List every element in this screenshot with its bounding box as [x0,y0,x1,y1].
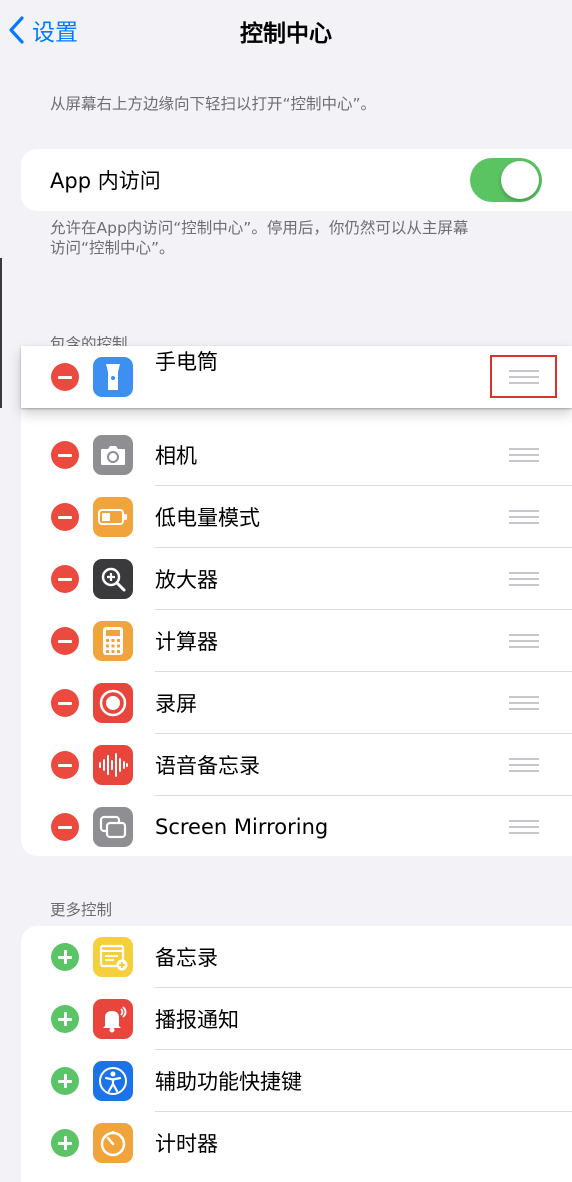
reorder-handle[interactable] [509,448,539,462]
app-access-footer-line-2: 访问“控制中心”。 [50,239,175,257]
included-control-row: 计算器 [21,610,572,672]
more-control-row: 计时器 [21,1112,572,1174]
control-label: 手电筒 [155,350,218,374]
magnifier-icon [93,559,133,599]
notes-icon [93,937,133,977]
toggle-knob [501,161,539,199]
remove-button[interactable] [51,627,79,655]
add-button[interactable] [51,943,79,971]
reorder-handle-highlight [490,355,557,398]
more-control-row: 备忘录 [21,926,572,988]
control-label: 计算器 [155,630,218,654]
accessibility-icon [93,1061,133,1101]
remove-button[interactable] [51,363,79,391]
more-controls-header: 更多控制 [50,901,113,919]
remove-button[interactable] [51,565,79,593]
control-label: 播报通知 [155,1008,239,1032]
add-button[interactable] [51,1067,79,1095]
included-control-row: 放大器 [21,548,572,610]
add-button[interactable] [51,1129,79,1157]
app-access-toggle[interactable] [470,158,542,202]
control-label: 低电量模式 [155,506,260,530]
control-label: 备忘录 [155,946,218,970]
reorder-handle[interactable] [509,820,539,834]
screen-mirroring-icon [93,807,133,847]
intro-text: 从屏幕右上方边缘向下轻扫以打开“控制中心”。 [50,95,377,113]
control-label: 辅助功能快捷键 [155,1070,302,1094]
remove-button[interactable] [51,813,79,841]
flashlight-icon [93,357,133,397]
included-control-row: 相机 [21,424,572,486]
calculator-icon [93,621,133,661]
control-label: 相机 [155,444,197,468]
remove-button[interactable] [51,503,79,531]
side-edge-handle [0,258,2,408]
app-access-label: App 内访问 [50,169,161,193]
included-control-row: 语音备忘录 [21,734,572,796]
more-controls-group: 备忘录播报通知辅助功能快捷键 计时器 [21,926,572,1182]
navigation-bar: 设置 控制中心 [0,0,572,62]
included-control-row: 录屏 [21,672,572,734]
more-control-row: 辅助功能快捷键 [21,1050,572,1112]
announce-notifications-icon [93,999,133,1039]
app-access-footer-line-1: 允许在App内访问“控制中心”。停用后，你仍然可以从主屏幕 [50,219,469,237]
dragging-row-flashlight[interactable]: 手电筒 [21,346,572,408]
page-title: 控制中心 [240,21,332,47]
included-controls-list: 相机低电量模式放大器计算器录屏语音备忘录 Screen Mirroring [21,424,572,856]
included-controls-group: 相机低电量模式放大器计算器录屏语音备忘录 Screen Mirroring [21,346,572,856]
included-control-row: 低电量模式 [21,486,572,548]
control-label: 录屏 [155,692,197,716]
battery-icon [93,497,133,537]
timer-icon [93,1123,133,1163]
control-label: 放大器 [155,568,218,592]
remove-button[interactable] [51,689,79,717]
more-controls-list: 备忘录播报通知辅助功能快捷键 计时器 [21,926,572,1174]
reorder-handle[interactable] [509,758,539,772]
control-label: 计时器 [155,1132,218,1156]
remove-button[interactable] [51,441,79,469]
control-label: Screen Mirroring [155,815,329,839]
reorder-handle[interactable] [509,510,539,524]
more-control-row: 播报通知 [21,988,572,1050]
voice-memo-icon [93,745,133,785]
add-button[interactable] [51,1005,79,1033]
screen-record-icon [93,683,133,723]
included-control-row: Screen Mirroring [21,796,572,856]
remove-button[interactable] [51,751,79,779]
reorder-handle[interactable] [509,572,539,586]
control-label: 语音备忘录 [155,754,260,778]
app-access-group: App 内访问 [21,149,572,211]
reorder-handle[interactable] [509,696,539,710]
app-access-footer: 允许在App内访问“控制中心”。停用后，你仍然可以从主屏幕 访问“控制中心”。 [50,218,468,258]
camera-icon [93,435,133,475]
reorder-handle[interactable] [509,634,539,648]
